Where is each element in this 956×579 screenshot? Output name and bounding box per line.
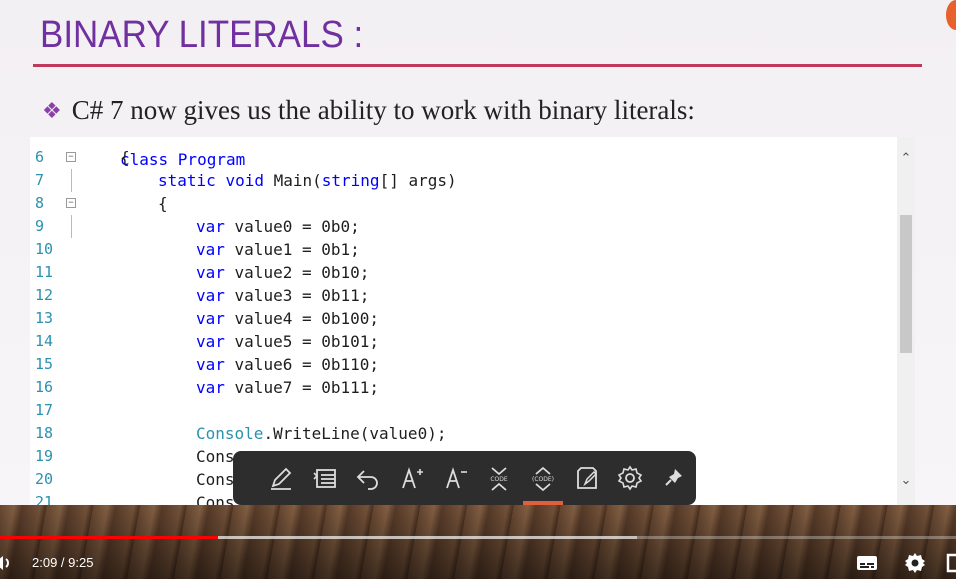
line-number: 14	[35, 332, 54, 350]
code-line: 9 var value0 = 0b0;	[30, 215, 900, 238]
floating-toolbar: CODE (CODE)	[233, 451, 696, 505]
line-number: 12	[35, 286, 54, 304]
miniplayer-icon[interactable]	[946, 551, 956, 575]
pin-icon[interactable]	[652, 456, 696, 500]
line-number: 9	[35, 217, 45, 235]
expand-code-icon[interactable]: (CODE)	[521, 456, 565, 505]
code-line: 6 − {	[30, 146, 900, 169]
settings-gear-icon[interactable]	[903, 551, 927, 575]
fold-toggle-icon[interactable]: −	[66, 198, 76, 208]
svg-text:(CODE): (CODE)	[532, 476, 554, 483]
line-number: 6	[35, 148, 45, 166]
svg-text:CODE: CODE	[491, 476, 509, 483]
code-text: var value7 = 0b111;	[196, 378, 380, 397]
line-number: 18	[35, 424, 54, 442]
fold-toggle-icon[interactable]: −	[66, 152, 76, 162]
diamond-bullet-icon: ❖	[42, 97, 62, 123]
code-line: 15 var value6 = 0b110;	[30, 353, 900, 376]
slide-title: BINARY LITERALS :	[40, 14, 364, 56]
line-number: 20	[35, 470, 54, 488]
font-increase-icon[interactable]	[390, 456, 434, 500]
code-text: {	[120, 148, 130, 167]
code-line: 14 var value5 = 0b101;	[30, 330, 900, 353]
line-number: 16	[35, 378, 54, 396]
settings-icon[interactable]	[609, 456, 653, 500]
code-line: 10 var value1 = 0b1;	[30, 238, 900, 261]
bullet-item: ❖ C# 7 now gives us the ability to work …	[42, 95, 695, 126]
code-line: 12 var value3 = 0b11;	[30, 284, 900, 307]
font-decrease-icon[interactable]	[434, 456, 478, 500]
code-text: var value4 = 0b100;	[196, 309, 380, 328]
code-line: 13 var value4 = 0b100;	[30, 307, 900, 330]
line-number: 8	[35, 194, 45, 212]
line-number: 19	[35, 447, 54, 465]
code-text: var value0 = 0b0;	[196, 217, 360, 236]
code-line: 18 Console.WriteLine(value0);	[30, 422, 900, 445]
title-divider	[33, 64, 922, 67]
line-number: 15	[35, 355, 54, 373]
code-text: Console.WriteLine(value0);	[196, 424, 447, 443]
line-number: 13	[35, 309, 54, 327]
list-icon[interactable]	[303, 456, 347, 500]
line-number: 11	[35, 263, 54, 281]
scroll-up-icon[interactable]: ⌃	[897, 149, 915, 167]
code-text: var value2 = 0b10;	[196, 263, 370, 282]
pen-icon[interactable]	[259, 456, 303, 500]
code-text: static void Main(string[] args)	[158, 171, 457, 190]
logo-corner	[946, 0, 956, 30]
undo-icon[interactable]	[346, 456, 390, 500]
code-text: {	[158, 194, 168, 213]
code-text: var value5 = 0b101;	[196, 332, 380, 351]
fold-guide	[71, 215, 72, 238]
line-number: 10	[35, 240, 54, 258]
code-line: 7 static void Main(string[] args)	[30, 169, 900, 192]
code-line: 8 − {	[30, 192, 900, 215]
code-text: Cons	[196, 470, 235, 489]
floor-shade	[0, 505, 956, 579]
progress-played[interactable]	[0, 536, 219, 539]
note-icon[interactable]	[565, 456, 609, 500]
code-text: var value6 = 0b110;	[196, 355, 380, 374]
fold-guide	[71, 169, 72, 192]
code-text: var value3 = 0b11;	[196, 286, 370, 305]
scroll-down-icon[interactable]: ⌄	[897, 471, 915, 489]
code-text: Cons	[196, 447, 235, 466]
time-display: 2:09 / 9:25	[32, 555, 94, 570]
line-number: 17	[35, 401, 54, 419]
code-line: 17	[30, 399, 900, 422]
subtitles-icon[interactable]	[855, 551, 879, 575]
code-line: 11 var value2 = 0b10;	[30, 261, 900, 284]
collapse-code-icon[interactable]: CODE	[478, 456, 522, 500]
bullet-text: C# 7 now gives us the ability to work wi…	[71, 95, 695, 125]
line-number: 7	[35, 171, 45, 189]
code-text: var value1 = 0b1;	[196, 240, 360, 259]
scroll-thumb[interactable]	[900, 215, 912, 353]
editor-scrollbar[interactable]: ⌃ ⌄	[897, 137, 915, 510]
code-line: 16 var value7 = 0b111;	[30, 376, 900, 399]
volume-icon[interactable]	[0, 551, 16, 575]
